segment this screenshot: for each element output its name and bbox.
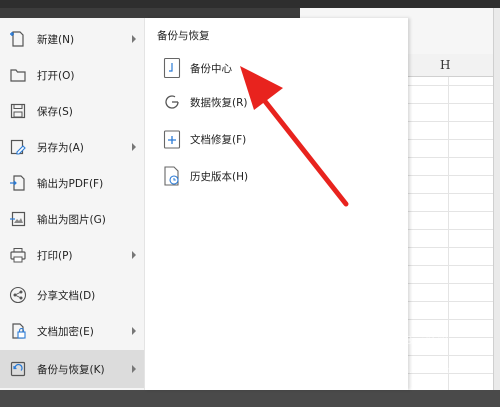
backup-center-icon xyxy=(163,57,181,79)
submenu-item-data-recovery[interactable]: 数据恢复(R) xyxy=(163,88,248,116)
menu-item-new[interactable]: 新建(N) xyxy=(0,22,144,56)
menu-item-export-pdf[interactable]: 输出为PDF(F) xyxy=(0,166,144,200)
menu-item-export-image[interactable]: 输出为图片(G) xyxy=(0,202,144,236)
submenu-item-history-version-label: 历史版本(H) xyxy=(190,170,249,183)
print-icon xyxy=(10,248,26,263)
menu-item-share[interactable]: 分享文档(D) xyxy=(0,278,144,312)
export-pdf-icon xyxy=(10,175,25,191)
window-top-strip xyxy=(0,0,500,8)
menu-item-export-image-label: 输出为图片(G) xyxy=(37,213,106,226)
watermark-logo: Bai​经验 xyxy=(405,334,450,347)
export-image-icon xyxy=(10,211,26,227)
chevron-right-icon xyxy=(132,35,136,43)
status-bar xyxy=(0,390,500,407)
submenu-title: 备份与恢复 xyxy=(157,30,210,42)
submenu-item-history-version[interactable]: 历史版本(H) xyxy=(163,162,248,190)
chevron-right-icon xyxy=(132,365,136,373)
encrypt-icon xyxy=(12,323,26,339)
menu-item-save-label: 保存(S) xyxy=(37,105,73,118)
column-header-h[interactable]: H xyxy=(440,58,450,72)
menu-item-save[interactable]: 保存(S) xyxy=(0,94,144,128)
backup-restore-submenu: 备份与恢复 备份中心 数据恢复(R) 文档修复(F) 历史版本(H) xyxy=(145,18,408,390)
submenu-item-document-repair-label: 文档修复(F) xyxy=(190,133,247,146)
document-repair-icon xyxy=(163,130,181,149)
backup-icon xyxy=(10,361,26,377)
submenu-item-document-repair[interactable]: 文档修复(F) xyxy=(163,125,246,153)
watermark-url: jingyan.baidu.com xyxy=(376,366,460,376)
submenu-item-backup-center-label: 备份中心 xyxy=(190,62,232,75)
data-recovery-icon xyxy=(165,95,179,109)
menu-item-open[interactable]: 打开(O) xyxy=(0,58,144,92)
menu-item-share-label: 分享文档(D) xyxy=(37,289,96,302)
history-version-icon xyxy=(164,166,179,186)
file-menu: 新建(N) 打开(O) 保存(S) 另存为(A) 输出为PDF(F) 输出为图片… xyxy=(0,18,145,390)
new-file-icon xyxy=(10,31,24,47)
chevron-right-icon xyxy=(132,251,136,259)
submenu-item-backup-center[interactable]: 备份中心 xyxy=(163,54,232,82)
open-folder-icon xyxy=(10,69,26,82)
submenu-item-data-recovery-label: 数据恢复(R) xyxy=(190,96,248,109)
menu-item-save-as-label: 另存为(A) xyxy=(37,141,84,154)
menu-item-backup-restore[interactable]: 备份与恢复(K) xyxy=(0,350,144,388)
menu-item-open-label: 打开(O) xyxy=(37,69,75,82)
chevron-right-icon xyxy=(132,143,136,151)
menu-item-save-as[interactable]: 另存为(A) xyxy=(0,130,144,164)
menu-item-print-label: 打印(P) xyxy=(37,249,73,262)
vertical-scrollbar[interactable] xyxy=(493,8,500,390)
menu-item-print[interactable]: 打印(P) xyxy=(0,238,144,272)
menu-item-export-pdf-label: 输出为PDF(F) xyxy=(37,177,104,190)
save-icon xyxy=(10,103,26,119)
save-as-icon xyxy=(10,139,26,155)
menu-item-encrypt[interactable]: 文档加密(E) xyxy=(0,314,144,348)
chevron-right-icon xyxy=(132,327,136,335)
menu-item-backup-restore-label: 备份与恢复(K) xyxy=(37,363,105,376)
menu-item-new-label: 新建(N) xyxy=(37,33,75,46)
share-icon xyxy=(9,286,27,304)
menu-item-encrypt-label: 文档加密(E) xyxy=(37,325,94,338)
